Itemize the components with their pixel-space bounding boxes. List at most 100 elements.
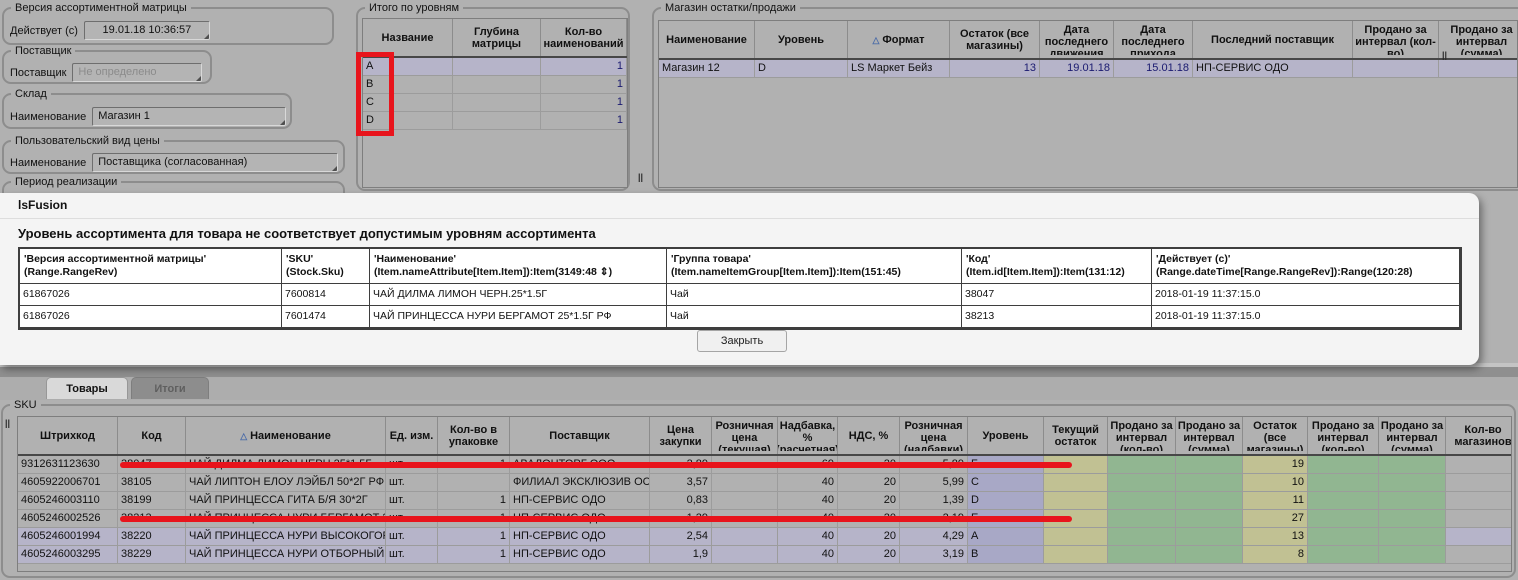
dialog-titlebar[interactable] xyxy=(0,193,1479,219)
vertical-splitter-handle[interactable]: || xyxy=(1442,50,1447,60)
column-header[interactable]: Остаток(всемагазины) xyxy=(1243,417,1308,454)
column-header[interactable]: 'Наименование'(Item.nameAttribute[Item.I… xyxy=(370,249,667,283)
table-cell[interactable]: 1,39 xyxy=(900,492,968,510)
table-cell[interactable]: 1 xyxy=(541,58,627,76)
column-header[interactable]: Уровень xyxy=(968,417,1044,454)
table-cell[interactable]: 7600814 xyxy=(282,284,370,306)
table-cell[interactable]: 10 xyxy=(1243,474,1308,492)
table-cell[interactable]: 1 xyxy=(541,112,627,130)
table-row[interactable]: 618670267601474ЧАЙ ПРИНЦЕССА НУРИ БЕРГАМ… xyxy=(20,306,1460,328)
column-header[interactable]: △Формат xyxy=(848,21,950,58)
table-row[interactable]: 460592200670138105ЧАЙ ЛИПТОН ЕЛОУ ЛЭЙБЛ … xyxy=(18,474,1511,492)
table-cell[interactable]: 40 xyxy=(778,492,838,510)
table-row[interactable]: 460524600199438220ЧАЙ ПРИНЦЕССА НУРИ ВЫС… xyxy=(18,528,1511,546)
table-cell[interactable] xyxy=(1108,510,1176,528)
table-cell[interactable] xyxy=(1379,456,1446,474)
table-cell[interactable] xyxy=(1044,492,1108,510)
column-header[interactable]: Остаток (всемагазины) xyxy=(950,21,1040,58)
table-cell[interactable]: 20 xyxy=(838,474,900,492)
table-cell[interactable]: LS Маркет Бейз xyxy=(848,60,950,78)
table-cell[interactable] xyxy=(712,528,778,546)
column-header[interactable]: Поставщик xyxy=(510,417,650,454)
table-cell[interactable]: ФИЛИАЛ ЭКСКЛЮЗИВ ОС xyxy=(510,474,650,492)
supplier-field[interactable]: Не определено xyxy=(72,63,202,82)
table-cell[interactable] xyxy=(1379,492,1446,510)
table-cell[interactable]: 61867026 xyxy=(20,306,282,328)
table-cell[interactable] xyxy=(1379,528,1446,546)
table-cell[interactable] xyxy=(1176,474,1243,492)
column-header[interactable]: Продано заинтервал(сумма) xyxy=(1439,21,1518,58)
column-header[interactable]: Текущийостаток xyxy=(1044,417,1108,454)
table-cell[interactable]: 3,19 xyxy=(900,546,968,564)
table-cell[interactable] xyxy=(1308,528,1379,546)
table-cell[interactable]: Чай xyxy=(667,284,962,306)
table-cell[interactable]: ЧАЙ ДИЛМА ЛИМОН ЧЕРН.25*1.5Г xyxy=(370,284,667,306)
column-header[interactable]: Датапоследнегодвижения xyxy=(1040,21,1114,58)
table-cell[interactable]: ЧАЙ ПРИНЦЕССА НУРИ ОТБОРНЫЙ Е xyxy=(186,546,386,564)
close-button[interactable]: Закрыть xyxy=(697,330,787,352)
table-cell[interactable] xyxy=(1439,60,1518,78)
table-cell[interactable]: 20 xyxy=(838,492,900,510)
column-header[interactable]: 'Группа товара'(Item.nameItemGroup[Item.… xyxy=(667,249,962,283)
column-header[interactable]: 'SKU'(Stock.Sku) xyxy=(282,249,370,283)
column-header[interactable]: 'Действует (с)'(Range.dateTime[Range.Ran… xyxy=(1152,249,1460,283)
column-header[interactable]: Продано заинтервал(кол-во) xyxy=(1108,417,1176,454)
table-row[interactable]: Магазин 12DLS Маркет Бейз1319.01.1815.01… xyxy=(659,60,1517,78)
column-header[interactable]: △Наименование xyxy=(186,417,386,454)
table-cell[interactable] xyxy=(453,112,541,130)
column-header[interactable]: Штрихкод xyxy=(18,417,118,454)
table-cell[interactable]: шт. xyxy=(386,528,438,546)
table-cell[interactable]: 3,57 xyxy=(650,474,712,492)
table-cell[interactable] xyxy=(1108,546,1176,564)
table-cell[interactable] xyxy=(1379,546,1446,564)
table-cell[interactable] xyxy=(1446,528,1512,546)
table-cell[interactable]: 1 xyxy=(541,94,627,112)
table-cell[interactable] xyxy=(1108,456,1176,474)
table-cell[interactable]: 20 xyxy=(838,528,900,546)
table-cell[interactable]: 2018-01-19 11:37:15.0 xyxy=(1152,284,1460,306)
table-cell[interactable]: 13 xyxy=(950,60,1040,78)
table-cell[interactable]: 1 xyxy=(541,76,627,94)
table-cell[interactable] xyxy=(1108,474,1176,492)
column-header[interactable]: Розничнаяцена(текущая) xyxy=(712,417,778,454)
table-cell[interactable] xyxy=(438,474,510,492)
table-cell[interactable]: 40 xyxy=(778,546,838,564)
table-cell[interactable]: 38229 xyxy=(118,546,186,564)
table-cell[interactable]: 40 xyxy=(778,528,838,546)
table-cell[interactable] xyxy=(1379,510,1446,528)
table-cell[interactable] xyxy=(1176,510,1243,528)
table-cell[interactable]: D xyxy=(755,60,848,78)
column-header[interactable]: Датапоследнегоприхода xyxy=(1114,21,1193,58)
column-header[interactable]: Глубинаматрицы xyxy=(453,19,541,56)
table-cell[interactable]: 19 xyxy=(1243,456,1308,474)
tab-totals[interactable]: Итоги xyxy=(131,377,209,399)
table-cell[interactable]: 38199 xyxy=(118,492,186,510)
table-cell[interactable]: ЧАЙ ПРИНЦЕССА ГИТА Б/Я 30*2Г xyxy=(186,492,386,510)
column-header[interactable]: Продано заинтервал(кол-во) xyxy=(1308,417,1379,454)
table-cell[interactable] xyxy=(453,94,541,112)
table-cell[interactable]: 38213 xyxy=(962,306,1152,328)
table-cell[interactable]: 1,9 xyxy=(650,546,712,564)
column-header[interactable]: 'Код'(Item.id[Item.Item]):Item(131:12) xyxy=(962,249,1152,283)
table-cell[interactable]: A xyxy=(968,528,1044,546)
table-cell[interactable]: шт. xyxy=(386,492,438,510)
table-cell[interactable]: 15.01.18 xyxy=(1114,60,1193,78)
table-cell[interactable]: 11 xyxy=(1243,492,1308,510)
table-row[interactable]: D1 xyxy=(363,112,627,130)
table-cell[interactable] xyxy=(1446,546,1512,564)
table-cell[interactable]: 1 xyxy=(438,546,510,564)
table-cell[interactable] xyxy=(1044,546,1108,564)
table-cell[interactable]: 19.01.18 xyxy=(1040,60,1114,78)
valid-from-field[interactable]: 19.01.18 10:36:57 xyxy=(84,21,210,40)
table-cell[interactable]: шт. xyxy=(386,546,438,564)
column-header[interactable]: Наименование xyxy=(659,21,755,58)
table-cell[interactable]: Магазин 12 xyxy=(659,60,755,78)
table-cell[interactable]: 40 xyxy=(778,474,838,492)
table-cell[interactable]: C xyxy=(968,474,1044,492)
table-cell[interactable] xyxy=(1446,510,1512,528)
table-cell[interactable]: 38220 xyxy=(118,528,186,546)
table-cell[interactable]: ЧАЙ ЛИПТОН ЕЛОУ ЛЭЙБЛ 50*2Г РФ xyxy=(186,474,386,492)
table-cell[interactable]: Чай xyxy=(667,306,962,328)
table-cell[interactable]: ЧАЙ ПРИНЦЕССА НУРИ БЕРГАМОТ 25*1.5Г РФ xyxy=(370,306,667,328)
vertical-splitter-handle[interactable]: || xyxy=(5,418,10,428)
